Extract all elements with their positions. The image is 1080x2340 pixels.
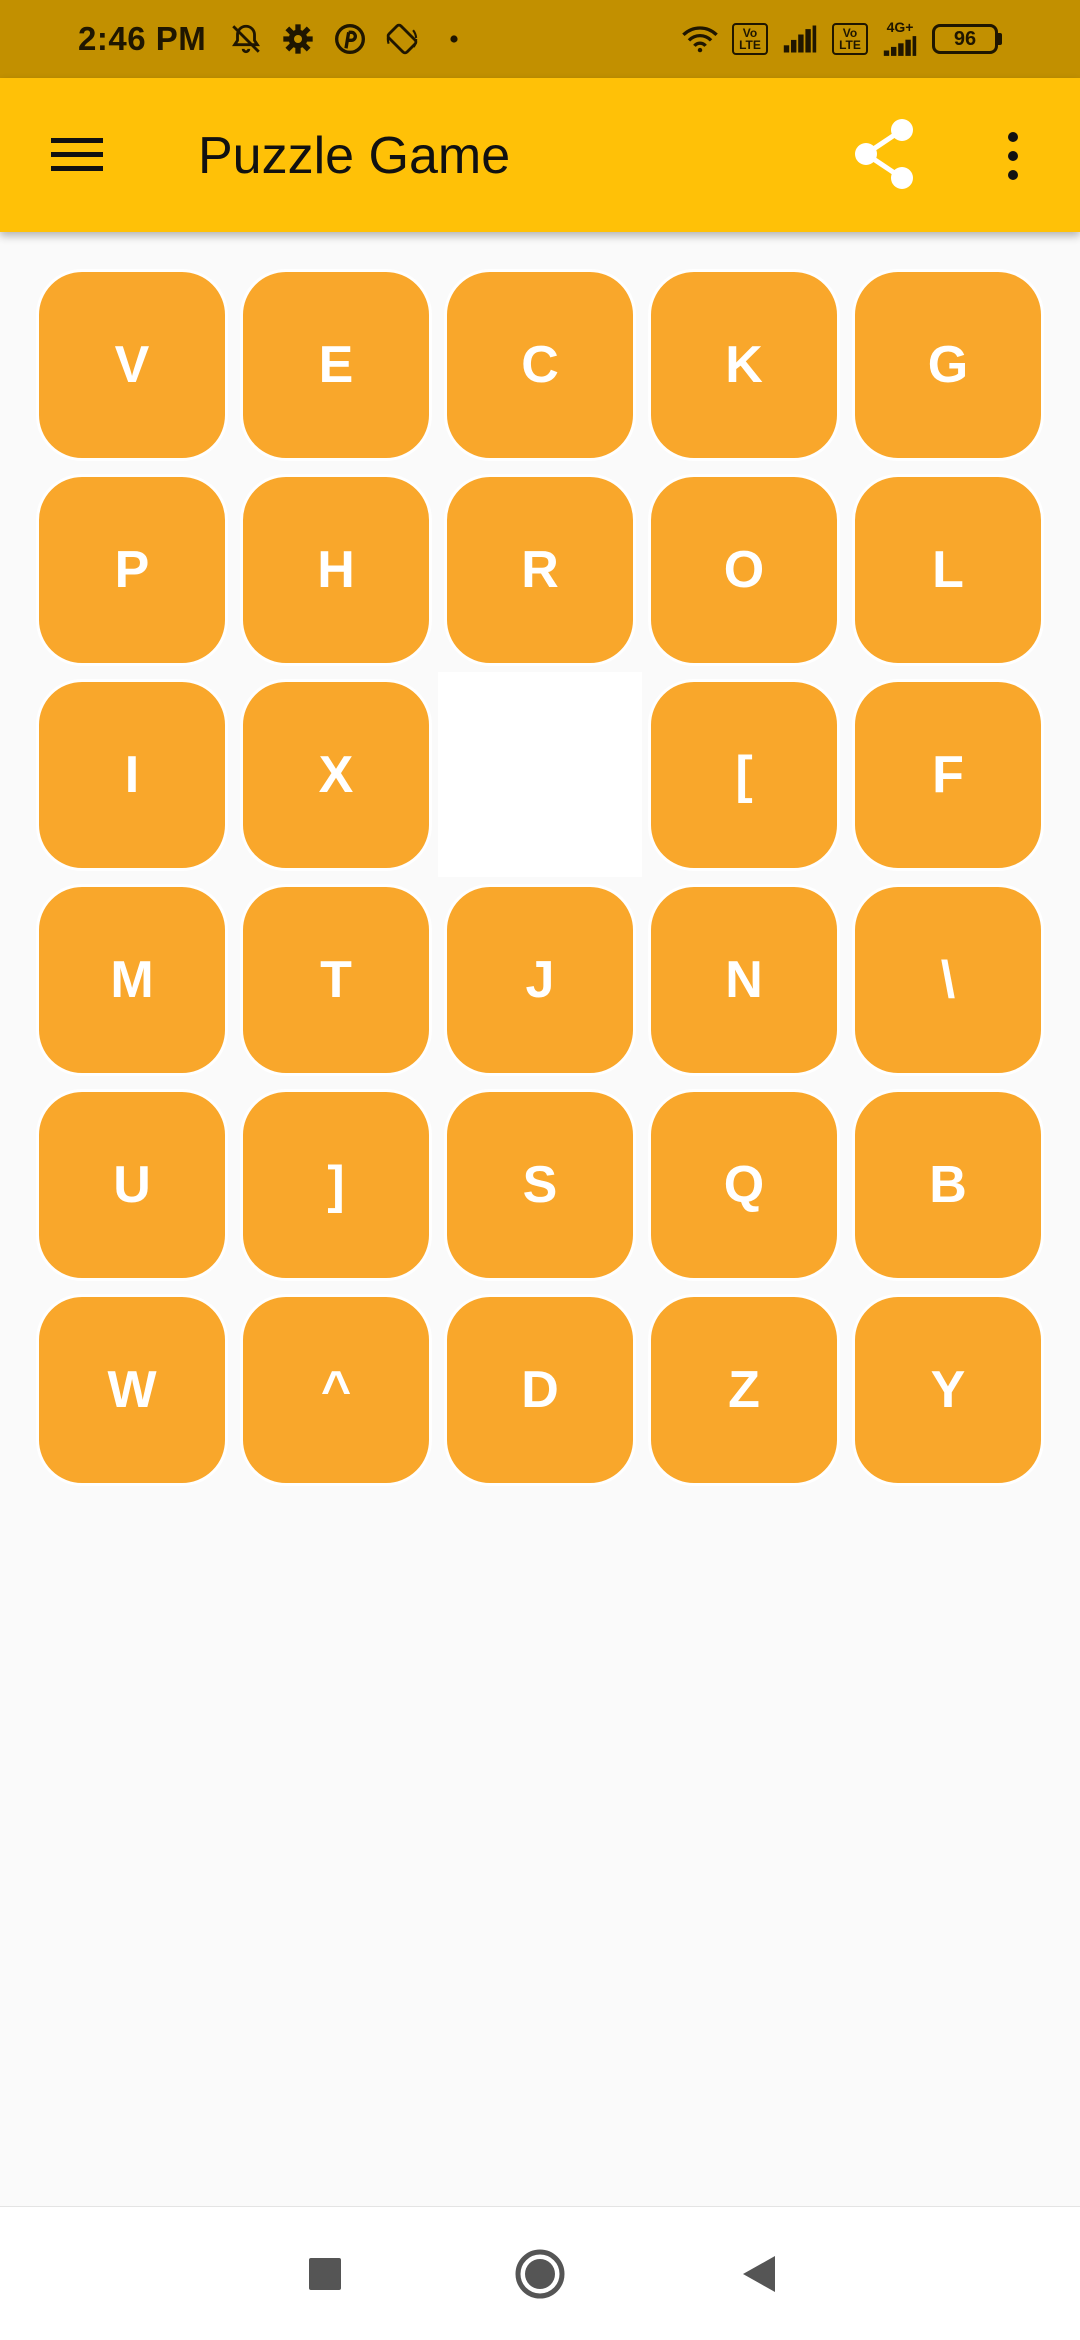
tile-cell: D — [438, 1287, 642, 1492]
status-bar: 2:46 PM Vo LTE Vo LTE 4G+ 96 — [0, 0, 1080, 78]
wifi-icon — [682, 21, 718, 57]
volte-badge-1: Vo LTE — [732, 23, 768, 55]
tile-cell: H — [234, 467, 438, 672]
puzzle-tile[interactable]: V — [36, 268, 228, 461]
battery-level: 96 — [932, 24, 998, 54]
overflow-menu-icon — [1008, 132, 1018, 180]
tile-cell: ] — [234, 1082, 438, 1287]
tile-cell: [ — [642, 672, 846, 877]
tile-cell: T — [234, 877, 438, 1082]
screen-rotate-icon — [384, 21, 420, 57]
signal-icon — [782, 21, 818, 57]
tile-cell: P — [30, 467, 234, 672]
status-notification-icons — [228, 21, 472, 57]
navigation-bar — [0, 2206, 1080, 2340]
tile-cell: G — [846, 262, 1050, 467]
network-type-label: 4G+ — [886, 19, 914, 35]
network-signal-group: 4G+ — [882, 20, 918, 58]
tile-cell: B — [846, 1082, 1050, 1287]
tile-cell: S — [438, 1082, 642, 1287]
tile-cell: M — [30, 877, 234, 1082]
puzzle-board: V E C K G P H R O L I X [F M T J N \ U] S Q B W ^ D Z Y — [30, 262, 1050, 1494]
dot-icon — [436, 21, 472, 57]
puzzle-tile[interactable]: W — [36, 1293, 228, 1486]
tile-cell: N — [642, 877, 846, 1082]
tile-cell: L — [846, 467, 1050, 672]
back-button[interactable] — [724, 2239, 794, 2309]
puzzle-tile[interactable]: ] — [240, 1088, 432, 1281]
puzzle-tile[interactable]: N — [648, 883, 840, 1076]
status-left: 2:46 PM — [78, 20, 472, 58]
tile-cell: J — [438, 877, 642, 1082]
tile-cell: Y — [846, 1287, 1050, 1492]
battery-icon: 96 — [932, 24, 1002, 54]
hamburger-menu-icon — [51, 138, 103, 171]
tile-cell: U — [30, 1082, 234, 1287]
tile-cell: W — [30, 1287, 234, 1492]
tile-cell: Z — [642, 1287, 846, 1492]
share-button[interactable] — [842, 112, 926, 196]
puzzle-tile[interactable]: J — [444, 883, 636, 1076]
tile-cell: \ — [846, 877, 1050, 1082]
recents-square-icon — [309, 2258, 341, 2290]
gear-icon — [280, 21, 316, 57]
puzzle-tile[interactable]: S — [444, 1088, 636, 1281]
puzzle-tile[interactable]: E — [240, 268, 432, 461]
puzzle-tile[interactable]: M — [36, 883, 228, 1076]
signal-icon — [882, 34, 918, 58]
puzzle-tile[interactable]: D — [444, 1293, 636, 1486]
puzzle-tile[interactable]: L — [852, 473, 1044, 666]
tile-cell: V — [30, 262, 234, 467]
puzzle-tile[interactable]: Z — [648, 1293, 840, 1486]
home-button[interactable] — [505, 2239, 575, 2309]
recents-button[interactable] — [290, 2241, 360, 2307]
tile-cell: I — [30, 672, 234, 877]
puzzle-tile[interactable]: B — [852, 1088, 1044, 1281]
puzzle-tile[interactable]: Q — [648, 1088, 840, 1281]
page-title: Puzzle Game — [198, 127, 511, 185]
home-circle-icon — [515, 2249, 565, 2299]
tile-cell: Q — [642, 1082, 846, 1287]
pinterest-icon — [332, 21, 368, 57]
puzzle-tile[interactable]: \ — [852, 883, 1044, 1076]
puzzle-tile[interactable]: ^ — [240, 1293, 432, 1486]
puzzle-tile[interactable]: F — [852, 678, 1044, 871]
tile-cell: R — [438, 467, 642, 672]
status-right: Vo LTE Vo LTE 4G+ 96 — [682, 20, 1002, 58]
tile-cell: O — [642, 467, 846, 672]
puzzle-tile[interactable]: O — [648, 473, 840, 666]
puzzle-tile[interactable]: R — [444, 473, 636, 666]
puzzle-tile[interactable]: U — [36, 1088, 228, 1281]
volte-badge-2: Vo LTE — [832, 23, 868, 55]
puzzle-tile[interactable]: T — [240, 883, 432, 1076]
back-triangle-icon — [743, 2256, 775, 2292]
puzzle-tile[interactable]: X — [240, 678, 432, 871]
puzzle-tile[interactable]: Y — [852, 1293, 1044, 1486]
battery-tip — [998, 33, 1002, 45]
tile-cell — [438, 672, 642, 877]
status-time: 2:46 PM — [78, 20, 207, 57]
tile-cell: E — [234, 262, 438, 467]
app-bar: Puzzle Game — [0, 78, 1080, 232]
tile-cell: X — [234, 672, 438, 877]
puzzle-tile[interactable]: C — [444, 268, 636, 461]
puzzle-tile[interactable]: I — [36, 678, 228, 871]
puzzle-tile[interactable]: [ — [648, 678, 840, 871]
tile-cell: F — [846, 672, 1050, 877]
bell-off-icon — [228, 21, 264, 57]
tile-cell: C — [438, 262, 642, 467]
overflow-menu-button[interactable] — [985, 118, 1041, 194]
puzzle-tile[interactable]: G — [852, 268, 1044, 461]
puzzle-tile[interactable]: K — [648, 268, 840, 461]
puzzle-tile[interactable]: H — [240, 473, 432, 666]
tile-cell: ^ — [234, 1287, 438, 1492]
empty-tile-slot[interactable] — [438, 672, 642, 877]
hamburger-menu-button[interactable] — [40, 123, 114, 187]
share-icon — [855, 119, 913, 189]
puzzle-tile[interactable]: P — [36, 473, 228, 666]
tile-cell: K — [642, 262, 846, 467]
